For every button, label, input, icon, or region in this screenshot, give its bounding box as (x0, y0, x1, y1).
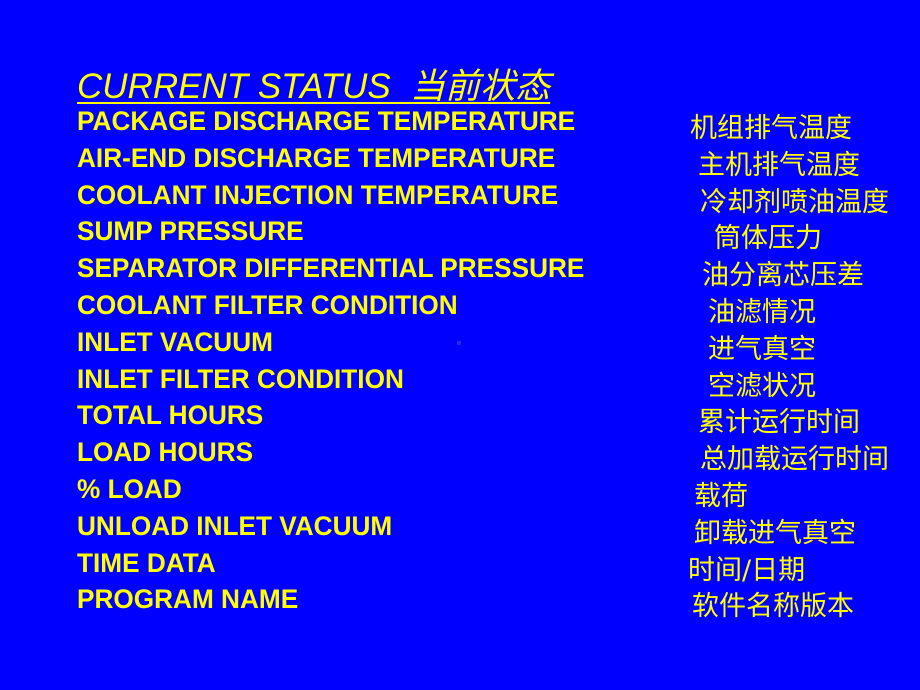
item-english: UNLOAD INLET VACUUM (77, 511, 393, 541)
list-item: AIR-END DISCHARGE TEMPERATURE 主机排气温度 (0, 143, 920, 181)
item-chinese: 筒体压力 (714, 223, 822, 254)
list-item: COOLANT FILTER CONDITION 油滤情况 (0, 290, 920, 328)
list-item: TIME DATA 时间/日期 (0, 548, 920, 586)
list-item: PACKAGE DISCHARGE TEMPERATURE 机组排气温度 (0, 106, 920, 144)
item-chinese: 机组排气温度 (690, 113, 852, 144)
item-chinese: 冷却剂喷油温度 (700, 187, 889, 218)
stray-dot (457, 341, 461, 345)
list-item: SEPARATOR DIFFERENTIAL PRESSURE 油分离芯压差 (0, 253, 920, 291)
list-item: UNLOAD INLET VACUUM 卸载进气真空 (0, 511, 920, 549)
slide-title: CURRENT STATUS 当前状态 (77, 67, 551, 106)
list-item: INLET VACUUM 进气真空 (0, 327, 920, 365)
item-english: COOLANT INJECTION TEMPERATURE (77, 180, 559, 210)
item-english: TOTAL HOURS (77, 400, 264, 430)
item-english: SEPARATOR DIFFERENTIAL PRESSURE (77, 253, 585, 283)
item-english: INLET FILTER CONDITION (77, 364, 404, 394)
list-item: COOLANT INJECTION TEMPERATURE 冷却剂喷油温度 (0, 180, 920, 218)
item-english: SUMP PRESSURE (77, 216, 304, 246)
item-chinese: 油分离芯压差 (702, 260, 864, 291)
list-item: INLET FILTER CONDITION 空滤状况 (0, 364, 920, 402)
item-english: PROGRAM NAME (77, 584, 299, 614)
item-chinese: 油滤情况 (708, 297, 816, 328)
item-chinese: 累计运行时间 (698, 407, 860, 438)
item-chinese: 主机排气温度 (698, 150, 860, 181)
list-item: SUMP PRESSURE 筒体压力 (0, 216, 920, 254)
list-item: TOTAL HOURS 累计运行时间 (0, 400, 920, 438)
item-english: COOLANT FILTER CONDITION (77, 290, 458, 320)
item-chinese: 软件名称版本 (692, 591, 854, 622)
item-chinese: 总加载运行时间 (700, 444, 889, 475)
item-chinese: 时间/日期 (688, 555, 806, 586)
list-item: LOAD HOURS 总加载运行时间 (0, 437, 920, 475)
item-english: INLET VACUUM (77, 327, 273, 357)
item-chinese: 空滤状况 (708, 371, 816, 402)
item-chinese: 载荷 (694, 481, 748, 512)
list-item: PROGRAM NAME 软件名称版本 (0, 584, 920, 622)
item-english: TIME DATA (77, 548, 216, 578)
item-english: PACKAGE DISCHARGE TEMPERATURE (77, 106, 576, 136)
item-english: AIR-END DISCHARGE TEMPERATURE (77, 143, 556, 173)
list-item: % LOAD 载荷 (0, 474, 920, 512)
item-english: % LOAD (77, 474, 182, 504)
item-chinese: 进气真空 (708, 334, 816, 365)
item-english: LOAD HOURS (77, 437, 254, 467)
item-chinese: 卸载进气真空 (694, 518, 856, 549)
